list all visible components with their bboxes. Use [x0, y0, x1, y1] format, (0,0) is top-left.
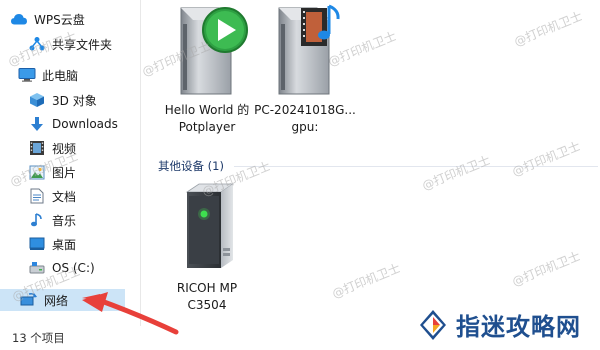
nav-item-label: 视频: [52, 141, 77, 156]
status-bar-item-count: 13 个项目: [12, 331, 65, 345]
nav-item-label: 图片: [52, 165, 77, 180]
nav-item-desktop[interactable]: 桌面: [0, 233, 141, 255]
brand-diamond-logo-icon: [420, 309, 446, 340]
nav-item-downloads[interactable]: Downloads: [0, 113, 141, 135]
nav-item-label: 文档: [52, 189, 77, 204]
content-area: Hello World 的 Potplayer PC-20241018G... …: [142, 0, 600, 350]
nav-item-label: WPS云盘: [34, 12, 85, 27]
nav-item-videos[interactable]: 视频: [0, 137, 141, 159]
nav-item-label: 3D 对象: [52, 93, 97, 108]
group-divider: [233, 165, 598, 167]
nav-item-3d-objects[interactable]: 3D 对象: [0, 89, 141, 111]
desktop-icon: [28, 235, 46, 253]
media-server-pc-gpu[interactable]: PC-20241018G... gpu:: [250, 2, 360, 136]
nav-item-music[interactable]: 音乐: [0, 209, 141, 231]
music-media-server-icon: [278, 4, 340, 95]
brand-logo: 指迷攻略网: [418, 307, 581, 342]
network-device-icon: [185, 183, 235, 268]
document-icon: [28, 187, 46, 205]
picture-icon: [28, 163, 46, 181]
tile-label-line1: RICOH MP: [176, 281, 238, 295]
cloud-icon: [10, 10, 28, 28]
tile-label-line2: gpu:: [291, 120, 319, 134]
nav-item-this-pc[interactable]: 此电脑: [0, 64, 141, 86]
download-arrow-icon: [28, 115, 46, 133]
tile-label-line2: C3504: [187, 298, 227, 312]
nav-item-label: 共享文件夹: [52, 37, 113, 52]
navigation-pane: WPS云盘 共享文件夹 此电脑 3D 对象 Downloads 视频 图片 文档…: [0, 0, 141, 326]
network-icon: [20, 291, 38, 309]
nav-item-wps-cloud[interactable]: WPS云盘: [0, 8, 141, 30]
brand-name: 指迷攻略网: [456, 312, 581, 341]
nav-item-label: Downloads: [52, 117, 118, 131]
tile-label-line1: PC-20241018G...: [254, 103, 356, 117]
nav-item-documents[interactable]: 文档: [0, 185, 141, 207]
tile-label-line1: Hello World 的: [164, 103, 250, 117]
group-header-other-devices[interactable]: 其他设备 (1): [158, 158, 598, 174]
play-media-server-icon: [180, 7, 248, 95]
computer-icon: [18, 66, 36, 84]
media-server-potplayer[interactable]: Hello World 的 Potplayer: [152, 2, 262, 136]
music-icon: [28, 211, 46, 229]
group-header-label: 其他设备 (1): [158, 159, 224, 173]
tile-label-line2: Potplayer: [178, 120, 236, 134]
share-icon: [28, 35, 46, 53]
annotation-arrow: [82, 292, 179, 335]
nav-item-label: 网络: [44, 293, 69, 308]
cube-icon: [28, 91, 46, 109]
nav-item-label: 桌面: [52, 237, 77, 252]
nav-item-label: 此电脑: [42, 68, 79, 83]
nav-item-label: OS (C:): [52, 261, 95, 275]
nav-item-os-drive[interactable]: OS (C:): [0, 257, 141, 279]
nav-item-pictures[interactable]: 图片: [0, 161, 141, 183]
video-icon: [28, 139, 46, 157]
nav-item-label: 音乐: [52, 213, 77, 228]
drive-icon: [28, 259, 46, 277]
nav-item-shared-folder[interactable]: 共享文件夹: [0, 33, 141, 55]
